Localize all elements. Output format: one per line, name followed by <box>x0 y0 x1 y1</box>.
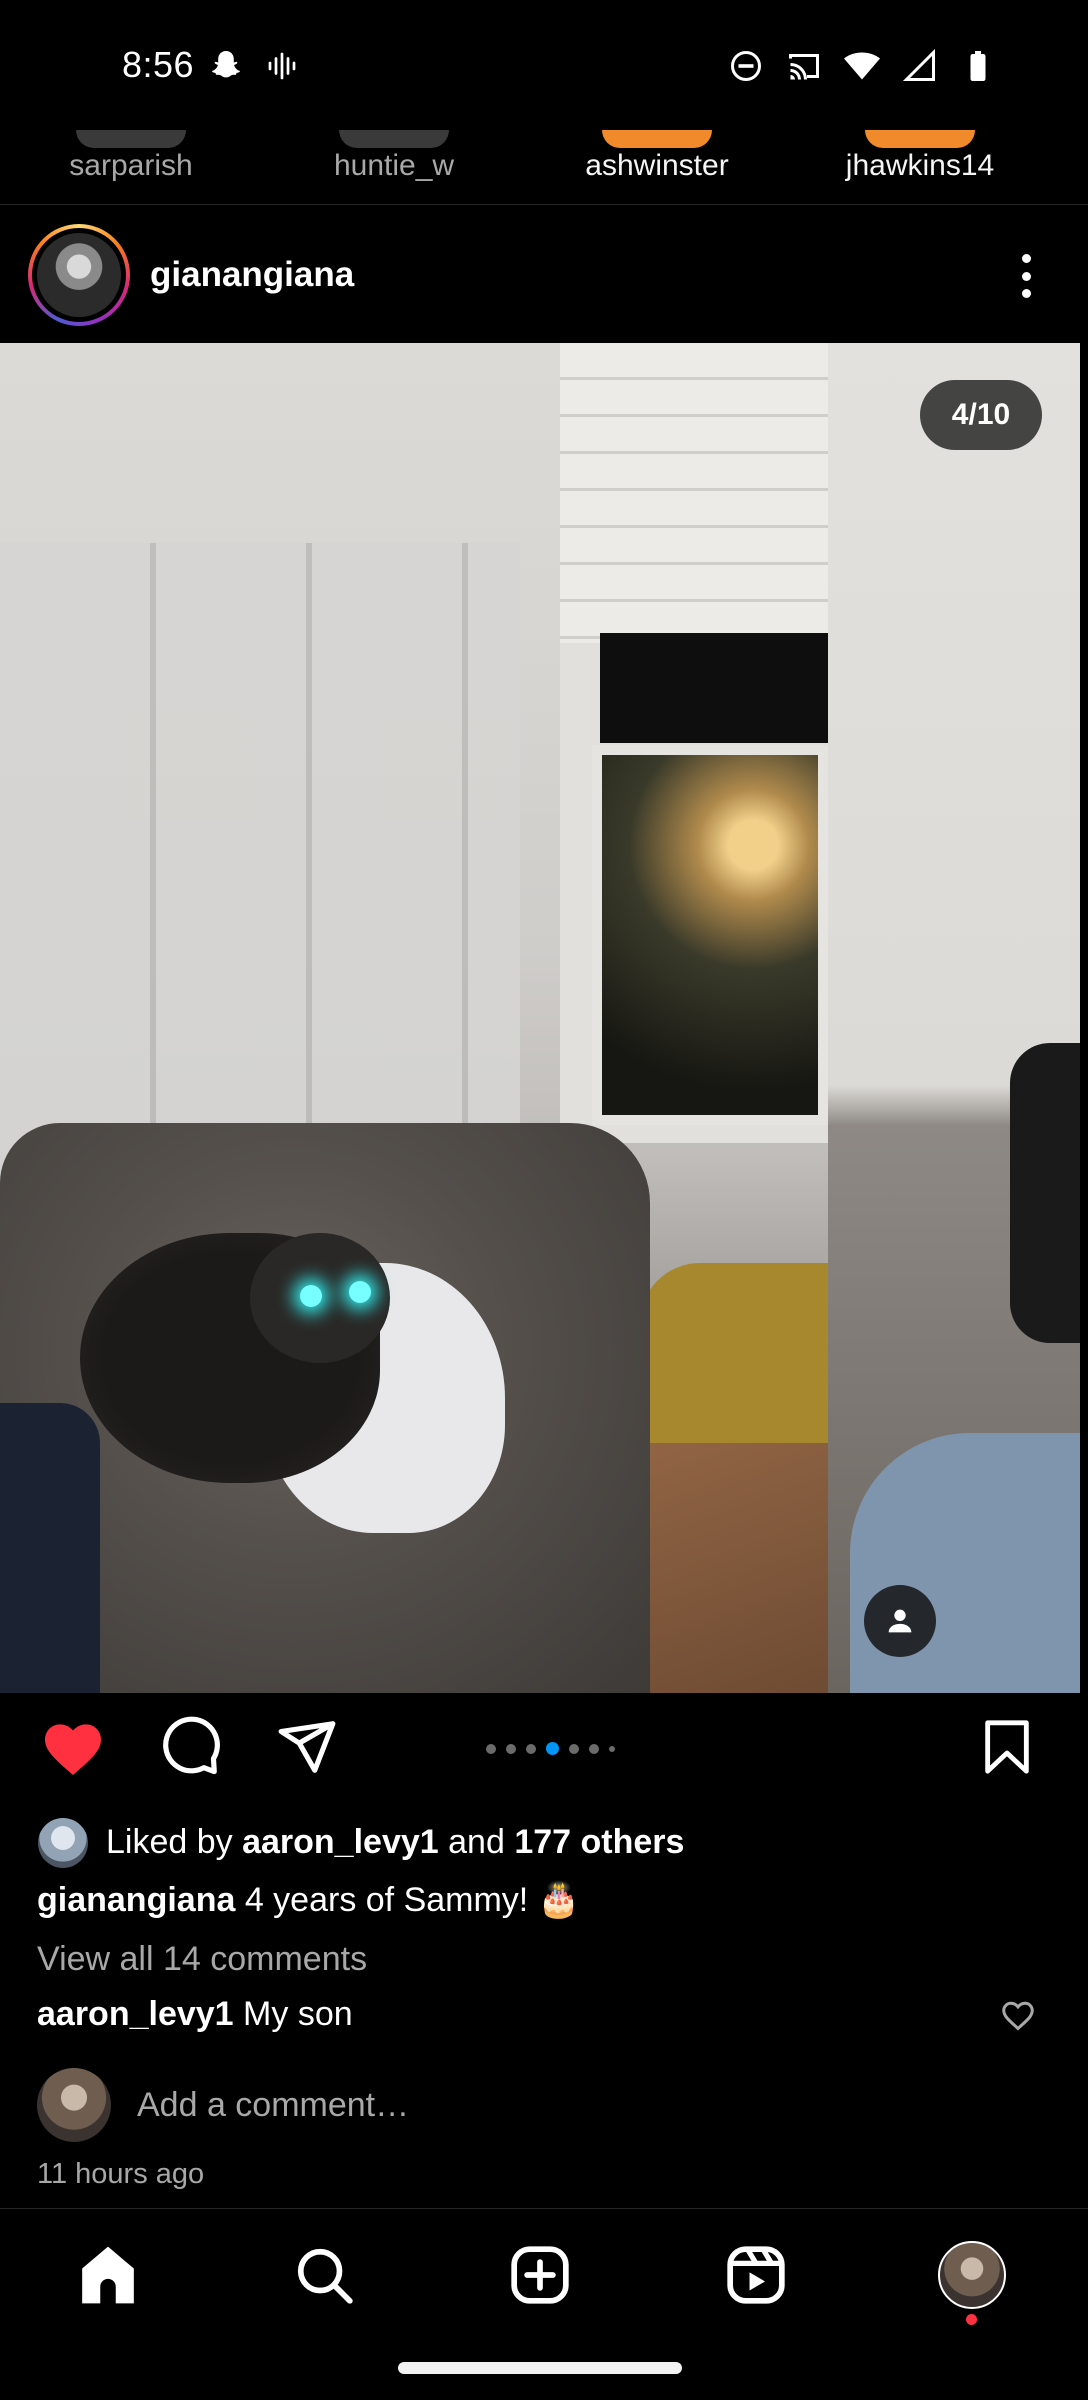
story-username: huntie_w <box>333 149 455 182</box>
heart-outline-icon <box>1002 2001 1034 2031</box>
home-icon <box>82 2246 134 2304</box>
caption-username[interactable]: gianangiana <box>37 1881 235 1919</box>
more-dot <box>1021 289 1031 298</box>
story-item[interactable]: ashwinster <box>557 130 757 184</box>
liker-username[interactable]: aaron_levy1 <box>242 1823 439 1861</box>
tagged-users-button[interactable] <box>864 1585 936 1657</box>
comment-username[interactable]: aaron_levy1 <box>37 1995 234 2033</box>
story-ring <box>602 130 712 148</box>
story-ring <box>865 130 975 148</box>
carousel-dot-active <box>546 1742 559 1755</box>
caption-text: 4 years of Sammy! 🎂 <box>244 1881 581 1919</box>
photo-edge <box>1080 343 1088 1693</box>
nav-search[interactable] <box>284 2235 364 2315</box>
carousel-dot <box>569 1743 579 1754</box>
bottom-navigation <box>0 2208 1088 2338</box>
comment-text: My son <box>243 1995 353 2033</box>
do-not-disturb-icon <box>731 51 761 81</box>
post-author-avatar[interactable] <box>28 224 130 326</box>
photo-blanket-blue <box>0 1403 100 1693</box>
add-comment-input[interactable]: Add a comment… <box>137 2086 409 2125</box>
carousel-dot <box>506 1743 516 1754</box>
view-all-comments-link[interactable]: View all 14 comments <box>37 1940 367 1979</box>
more-options-button[interactable] <box>1004 248 1048 304</box>
heart-filled-icon <box>45 1724 101 1775</box>
comment-like-button[interactable] <box>1000 1998 1040 2038</box>
carousel-dot <box>609 1745 615 1752</box>
story-item[interactable]: jhawkins14 <box>820 130 1020 184</box>
carousel-dot <box>589 1743 599 1754</box>
reels-icon <box>727 2246 785 2304</box>
photo-window-dark <box>600 633 828 743</box>
nav-create[interactable] <box>500 2235 580 2315</box>
create-icon <box>511 2246 569 2304</box>
status-time: 8:56 <box>122 44 195 85</box>
more-dot <box>1021 254 1031 263</box>
likes-prefix: Liked by <box>106 1823 233 1861</box>
stories-tray: sarparish huntie_w ashwinster jhawkins14 <box>0 130 1088 205</box>
snapchat-icon <box>212 51 240 78</box>
story-ring <box>76 130 186 148</box>
status-bar: 8:56 <box>0 0 1088 130</box>
bookmark-icon <box>985 1720 1029 1774</box>
photo-window-glass <box>592 745 828 1125</box>
more-dot <box>1021 271 1031 281</box>
battery-icon <box>970 51 986 81</box>
carousel-indicator <box>486 1742 615 1755</box>
story-item[interactable]: sarparish <box>31 130 231 184</box>
post-media-carousel[interactable]: 4/10 <box>0 343 1088 1693</box>
nav-home[interactable] <box>68 2235 148 2315</box>
avatar <box>37 2068 111 2142</box>
likes-joiner: and <box>448 1823 505 1861</box>
nav-profile[interactable] <box>932 2235 1012 2315</box>
comment-preview: aaron_levy1 My son <box>37 1995 353 2034</box>
send-icon <box>278 1721 336 1773</box>
comment-button[interactable] <box>156 1712 226 1782</box>
search-icon <box>297 2248 353 2304</box>
comment-icon <box>163 1716 220 1775</box>
profile-avatar <box>938 2241 1006 2309</box>
photo-next-dog <box>1010 1043 1080 1343</box>
like-button[interactable] <box>38 1712 108 1782</box>
carousel-counter: 4/10 <box>920 380 1042 450</box>
avatar <box>37 233 121 317</box>
photo-dog-eye <box>349 1281 371 1303</box>
signal-icon <box>902 48 935 81</box>
nav-reels[interactable] <box>716 2235 796 2315</box>
carousel-dot <box>526 1743 536 1754</box>
person-icon <box>888 1609 912 1633</box>
voice-recorder-icon <box>268 52 296 80</box>
add-comment-row[interactable]: Add a comment… <box>37 2068 409 2142</box>
carousel-dot <box>486 1743 496 1754</box>
story-username: jhawkins14 <box>845 149 995 182</box>
photo-next-jeans <box>850 1433 1080 1693</box>
story-ring <box>339 130 449 148</box>
share-button[interactable] <box>272 1712 342 1782</box>
story-item[interactable]: huntie_w <box>294 130 494 184</box>
post-caption: gianangiana 4 years of Sammy! 🎂 <box>37 1880 580 1920</box>
home-indicator[interactable] <box>398 2362 682 2374</box>
likes-summary[interactable]: Liked by aaron_levy1 and 177 others <box>38 1815 684 1870</box>
likes-others[interactable]: 177 others <box>514 1823 684 1861</box>
post-actions <box>0 1712 1088 1790</box>
save-button[interactable] <box>972 1712 1042 1782</box>
post-author-username[interactable]: gianangiana <box>150 255 354 295</box>
liker-avatar <box>38 1817 88 1868</box>
wifi-icon <box>844 52 880 80</box>
story-username: sarparish <box>69 149 193 182</box>
photo-blind <box>560 343 828 643</box>
photo-dog-eye <box>300 1285 322 1307</box>
post-timestamp: 11 hours ago <box>37 2158 205 2190</box>
photo-chair <box>640 1263 830 1443</box>
post-header: gianangiana <box>0 220 1088 340</box>
cast-icon <box>789 54 819 80</box>
story-username: ashwinster <box>585 149 729 182</box>
carousel-photo-current <box>0 343 830 1693</box>
profile-notification-dot <box>966 2314 977 2325</box>
